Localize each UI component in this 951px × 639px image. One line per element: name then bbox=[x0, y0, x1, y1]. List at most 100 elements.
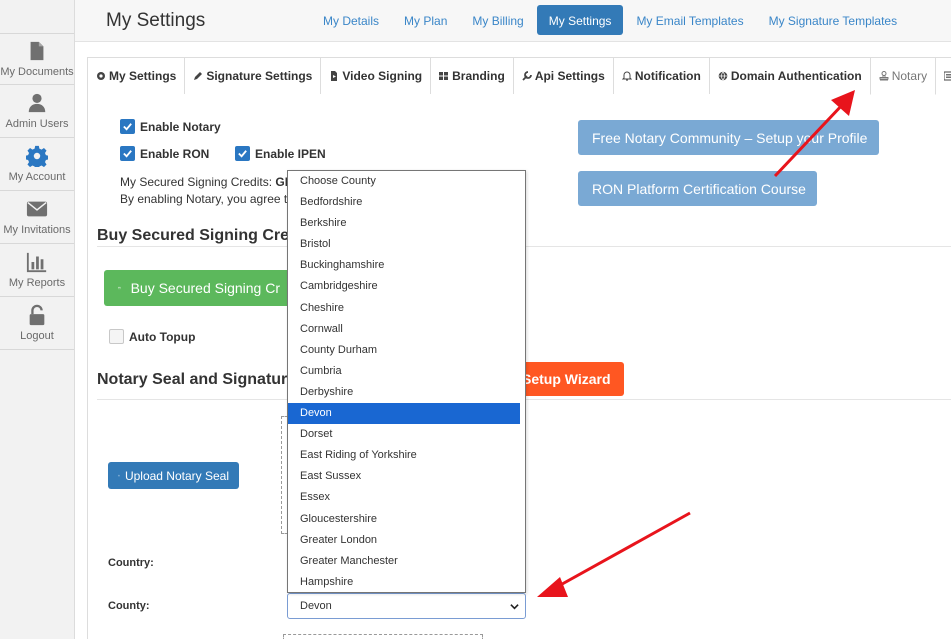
credits-label: My Secured Signing Credits: bbox=[120, 175, 273, 189]
county-option[interactable]: Bristol bbox=[288, 234, 525, 255]
sidebar-item-label: My Invitations bbox=[3, 224, 71, 236]
sidebar-item-logout[interactable]: Logout bbox=[0, 297, 74, 350]
bar-chart-icon bbox=[26, 252, 47, 273]
county-option[interactable]: Bedfordshire bbox=[288, 192, 525, 213]
upload-icon bbox=[118, 474, 120, 477]
tab-my-settings[interactable]: My Settings bbox=[87, 57, 186, 94]
tab-label: My Settings bbox=[109, 69, 177, 83]
checkbox-label: Auto Topup bbox=[129, 329, 196, 344]
nav-my-plan[interactable]: My Plan bbox=[392, 5, 459, 35]
county-option[interactable]: Cumbria bbox=[288, 361, 525, 382]
county-option[interactable]: Buckinghamshire bbox=[288, 255, 525, 276]
notary-seal-section-title: Notary Seal and Signatur bbox=[97, 371, 288, 388]
tab-signature-settings[interactable]: Signature Settings bbox=[184, 57, 322, 94]
county-option[interactable]: Greater Manchester bbox=[288, 551, 525, 572]
nav-my-billing[interactable]: My Billing bbox=[460, 5, 535, 35]
county-option[interactable]: Devon bbox=[288, 403, 520, 425]
nav-my-email-templates[interactable]: My Email Templates bbox=[624, 5, 755, 35]
county-label: County: bbox=[108, 600, 150, 612]
sidebar-item-my-invitations[interactable]: My Invitations bbox=[0, 191, 74, 244]
setup-wizard-button[interactable]: Setup Wizard bbox=[512, 362, 624, 396]
tab-notification[interactable]: Notification bbox=[612, 57, 710, 94]
county-option[interactable]: Derbyshire bbox=[288, 382, 525, 403]
nav-my-details[interactable]: My Details bbox=[311, 5, 391, 35]
enable-ipen-checkbox[interactable]: Enable IPEN bbox=[235, 146, 326, 161]
credit-card-icon bbox=[118, 287, 121, 289]
enable-notary-checkbox[interactable]: Enable Notary bbox=[120, 119, 221, 134]
county-option[interactable]: Berkshire bbox=[288, 213, 525, 234]
sidebar-item-label: My Reports bbox=[8, 277, 66, 289]
tab-next[interactable]: N bbox=[935, 57, 951, 94]
county-dropdown-list: Choose County Bedfordshire Berkshire Bristo… bbox=[287, 170, 526, 593]
check-icon bbox=[123, 123, 132, 131]
pencil-icon bbox=[194, 72, 203, 80]
agree-text: By enabling Notary, you agree to N bbox=[120, 192, 306, 206]
checkbox-checked[interactable] bbox=[120, 146, 135, 161]
sidebar: My Documents Admin Users My Account My I… bbox=[0, 0, 75, 639]
agree-label: By enabling Notary, you agree to bbox=[120, 192, 294, 206]
tab-video-signing[interactable]: Video Signing bbox=[320, 57, 432, 94]
county-option[interactable]: Hampshire bbox=[288, 572, 525, 592]
tab-label: Notification bbox=[634, 69, 701, 83]
checkbox-checked[interactable] bbox=[235, 146, 250, 161]
upload-seal-label: Upload Notary Seal bbox=[124, 468, 229, 483]
county-option[interactable]: Cambridgeshire bbox=[288, 276, 525, 297]
file-video-icon bbox=[331, 71, 338, 81]
chevron-down-icon bbox=[510, 604, 519, 610]
county-select[interactable]: Devon bbox=[287, 593, 526, 619]
enable-ron-checkbox[interactable]: Enable RON bbox=[120, 146, 209, 161]
sidebar-item-my-account[interactable]: My Account bbox=[0, 138, 74, 191]
check-icon bbox=[238, 150, 247, 158]
tab-label: Signature Settings bbox=[206, 69, 313, 83]
free-notary-community-button[interactable]: Free Notary Community – Setup your Profi… bbox=[578, 120, 879, 155]
check-icon bbox=[123, 150, 132, 158]
settings-tabs: My Settings Signature Settings Video Sig… bbox=[87, 57, 951, 95]
auto-topup-checkbox[interactable]: Auto Topup bbox=[109, 329, 195, 344]
signature-drop-area[interactable] bbox=[283, 634, 483, 639]
county-option[interactable]: Essex bbox=[288, 487, 525, 508]
county-selected-value: Devon bbox=[300, 600, 332, 612]
county-option[interactable]: County Durham bbox=[288, 340, 525, 361]
buy-credits-button[interactable]: Buy Secured Signing Cr bbox=[104, 270, 294, 306]
tab-domain-authentication[interactable]: Domain Authentication bbox=[708, 57, 871, 94]
sidebar-item-label: My Account bbox=[8, 171, 66, 183]
unlock-icon bbox=[29, 304, 45, 326]
tab-label: Domain Authentication bbox=[730, 69, 862, 83]
tab-api-settings[interactable]: Api Settings bbox=[512, 57, 614, 94]
county-option[interactable]: Cornwall bbox=[288, 319, 525, 340]
county-option[interactable]: Cheshire bbox=[288, 298, 525, 319]
county-option[interactable]: Gloucestershire bbox=[288, 509, 525, 530]
checkbox-unchecked[interactable] bbox=[109, 329, 124, 344]
sidebar-item-admin-users[interactable]: Admin Users bbox=[0, 85, 74, 138]
sidebar-item-label: Admin Users bbox=[5, 118, 69, 130]
document-icon bbox=[30, 41, 44, 61]
buy-credits-label: Buy Secured Signing Cr bbox=[130, 280, 280, 296]
county-option[interactable]: Greater London bbox=[288, 530, 525, 551]
tab-label: Video Signing bbox=[342, 69, 423, 83]
tab-notary[interactable]: Notary bbox=[869, 57, 937, 95]
sidebar-item-label: Logout bbox=[20, 330, 54, 342]
nav-my-settings[interactable]: My Settings bbox=[536, 5, 624, 35]
county-option[interactable]: East Riding of Yorkshire bbox=[288, 445, 525, 466]
tab-branding[interactable]: Branding bbox=[430, 57, 514, 94]
upload-notary-seal-button[interactable]: Upload Notary Seal bbox=[108, 462, 239, 489]
checkbox-checked[interactable] bbox=[120, 119, 135, 134]
nav-my-signature-templates[interactable]: My Signature Templates bbox=[757, 5, 910, 35]
checkbox-label: Enable Notary bbox=[140, 119, 221, 134]
ron-certification-course-button[interactable]: RON Platform Certification Course bbox=[578, 171, 817, 206]
user-icon bbox=[28, 93, 46, 113]
envelope-icon bbox=[26, 201, 48, 217]
county-option[interactable]: Choose County bbox=[288, 171, 525, 192]
gear-icon bbox=[97, 72, 105, 80]
credits-text: My Secured Signing Credits: GBP £ bbox=[120, 175, 311, 189]
sidebar-item-my-documents[interactable]: My Documents bbox=[0, 33, 74, 85]
stamp-icon bbox=[879, 71, 889, 81]
county-option[interactable]: East Sussex bbox=[288, 466, 525, 487]
sidebar-item-my-reports[interactable]: My Reports bbox=[0, 244, 74, 297]
list-icon bbox=[944, 71, 951, 81]
top-nav: My Details My Plan My Billing My Setting… bbox=[311, 5, 910, 35]
tab-label: Api Settings bbox=[534, 69, 605, 83]
globe-icon bbox=[718, 71, 728, 81]
bell-icon bbox=[621, 71, 632, 81]
county-option[interactable]: Dorset bbox=[288, 424, 525, 445]
